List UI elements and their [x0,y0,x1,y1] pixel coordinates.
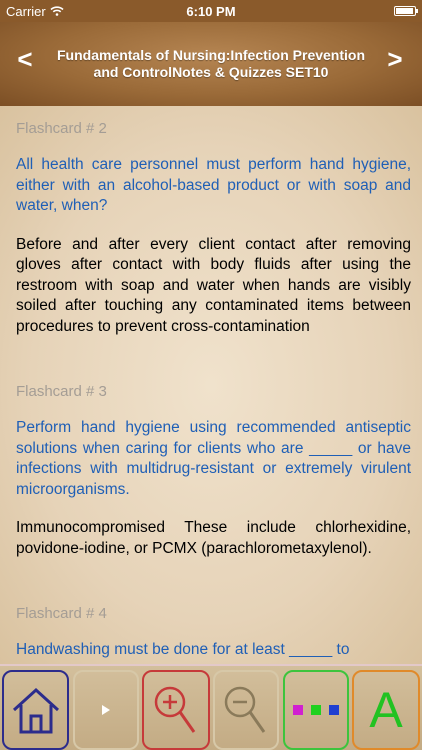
carrier-label: Carrier [6,3,46,19]
zoom-out-icon [224,686,266,733]
flashcard-header: Flashcard # 4 [16,605,107,622]
nav-bar: < Fundamentals of Nursing:Infection Prev… [0,22,422,106]
divider [16,337,411,369]
status-bar: Carrier 6:10 PM [0,0,422,22]
color-dot-green [311,705,321,715]
page-title: Fundamentals of Nursing:Infection Preven… [56,47,366,80]
flashcard-answer: Before and after every client contact af… [16,235,411,335]
play-icon [102,705,110,715]
status-left: Carrier [6,4,64,19]
divider [16,559,411,591]
flashcard-question: All health care personnel must perform h… [16,156,411,214]
color-dot-blue [329,705,339,715]
previous-button[interactable]: < [10,44,40,75]
flashcard: Flashcard # 3 Perform hand hygiene using… [16,383,411,559]
next-button[interactable]: > [380,44,410,75]
zoom-in-button[interactable] [142,670,210,750]
flashcard: Flashcard # 4 Handwashing must be done f… [16,605,411,661]
font-button[interactable]: A [352,670,420,750]
home-icon [12,687,59,734]
flashcard-question: Perform hand hygiene using recommended a… [16,419,411,498]
flashcard-question: Handwashing must be done for at least __… [16,641,350,658]
color-button[interactable] [283,670,349,750]
color-dots-icon [293,705,339,715]
flashcard-answer: Immunocompromised These include chlorhex… [16,519,411,557]
flashcard: Flashcard # 2 All health care personnel … [16,120,411,337]
color-dot-magenta [293,705,303,715]
font-icon: A [369,682,403,738]
play-button[interactable] [73,670,139,750]
zoom-out-button[interactable] [213,670,279,750]
flashcard-header: Flashcard # 2 [16,120,107,137]
zoom-in-icon [154,686,196,733]
home-button[interactable] [2,670,69,750]
battery-fill [396,8,413,14]
flashcard-header: Flashcard # 3 [16,383,107,400]
flashcard-list[interactable]: Flashcard # 2 All health care personnel … [0,106,422,664]
bottom-toolbar: A [0,664,422,750]
battery-icon [394,6,418,16]
wifi-icon [50,6,64,16]
